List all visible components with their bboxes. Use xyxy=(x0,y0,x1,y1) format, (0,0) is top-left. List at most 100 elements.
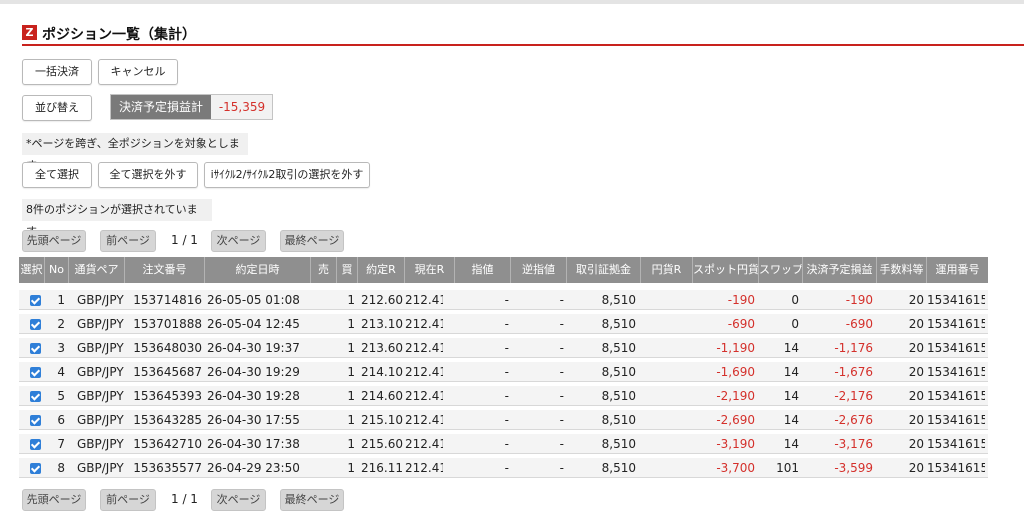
row-checkbox[interactable] xyxy=(30,367,41,378)
col-current-rate: 現在R xyxy=(405,257,455,283)
page-title: ポジション一覧（集計） xyxy=(42,27,196,43)
cell-spot: -190 xyxy=(727,293,755,307)
cell-margin: 8,510 xyxy=(601,437,636,451)
col-limit: 指値 xyxy=(455,257,511,283)
row-checkbox[interactable] xyxy=(30,319,41,330)
row-checkbox[interactable] xyxy=(30,439,41,450)
col-exec-rate: 約定R xyxy=(358,257,405,283)
page-info: 1 / 1 xyxy=(171,233,198,247)
cell-fee: 20 xyxy=(908,317,924,331)
table-row[interactable]: 1 GBP/JPY 153714816 26-05-05 01:08 1 212… xyxy=(19,289,988,310)
cell-stop: - xyxy=(559,461,564,475)
cell-order: 153645393 xyxy=(133,389,202,403)
cell-jpy-rate xyxy=(641,434,689,455)
cell-fee: 20 xyxy=(908,413,924,427)
cell-limit: - xyxy=(504,461,509,475)
row-checkbox[interactable] xyxy=(30,415,41,426)
top-bar xyxy=(0,0,1024,4)
row-checkbox[interactable] xyxy=(30,463,41,474)
cell-sell xyxy=(311,290,333,311)
cell-pnl: -190 xyxy=(845,293,873,307)
bulk-settle-button[interactable]: 一括決済 xyxy=(22,59,92,85)
cell-swap: 0 xyxy=(791,293,799,307)
next-page-button-bottom[interactable]: 次ページ xyxy=(211,489,266,511)
cell-exec-rate: 215.60 xyxy=(361,437,403,451)
cell-no: 4 xyxy=(57,365,65,379)
row-checkbox[interactable] xyxy=(30,343,41,354)
cell-jpy-rate xyxy=(641,410,689,431)
next-page-button[interactable]: 次ページ xyxy=(211,230,266,252)
cell-pair: GBP/JPY xyxy=(77,437,124,451)
cell-sell xyxy=(311,434,333,455)
cell-datetime: 26-05-05 01:08 xyxy=(207,293,300,307)
cell-datetime: 26-04-30 19:37 xyxy=(207,341,300,355)
col-datetime: 約定日時 xyxy=(205,257,311,283)
cell-no: 5 xyxy=(57,389,65,403)
last-page-button[interactable]: 最終ページ xyxy=(280,230,344,252)
table-row[interactable]: 3 GBP/JPY 153648030 26-04-30 19:37 1 213… xyxy=(19,337,988,358)
cell-spot: -2,690 xyxy=(716,413,755,427)
cell-spot: -690 xyxy=(727,317,755,331)
last-page-button-bottom[interactable]: 最終ページ xyxy=(280,489,344,511)
cell-margin: 8,510 xyxy=(601,461,636,475)
cell-datetime: 26-04-30 19:29 xyxy=(207,365,300,379)
cell-spot: -3,700 xyxy=(716,461,755,475)
cell-limit: - xyxy=(504,413,509,427)
prev-page-button[interactable]: 前ページ xyxy=(100,230,156,252)
cell-fee: 20 xyxy=(908,293,924,307)
cell-sell xyxy=(311,338,333,359)
cell-account: 153416151 xyxy=(927,317,985,331)
cell-jpy-rate xyxy=(641,290,689,311)
col-fee: 手数料等 xyxy=(877,257,927,283)
cell-stop: - xyxy=(559,413,564,427)
cell-pnl: -1,676 xyxy=(834,365,873,379)
cell-swap: 0 xyxy=(791,317,799,331)
deselect-cycle-button[interactable]: iｻｲｸﾙ2/ｻｲｸﾙ2取引の選択を外す xyxy=(204,162,370,188)
row-checkbox[interactable] xyxy=(30,295,41,306)
col-buy: 買 xyxy=(337,257,358,283)
cell-pnl: -3,176 xyxy=(834,437,873,451)
first-page-button-bottom[interactable]: 先頭ページ xyxy=(22,489,86,511)
table-row[interactable]: 5 GBP/JPY 153645393 26-04-30 19:28 1 214… xyxy=(19,385,988,406)
cell-datetime: 26-04-30 19:28 xyxy=(207,389,300,403)
cancel-button[interactable]: キャンセル xyxy=(98,59,178,85)
cell-datetime: 26-04-30 17:38 xyxy=(207,437,300,451)
cell-fee: 20 xyxy=(908,389,924,403)
cell-fee: 20 xyxy=(908,365,924,379)
table-row[interactable]: 2 GBP/JPY 153701888 26-05-04 12:45 1 213… xyxy=(19,313,988,334)
cell-sell xyxy=(311,458,333,479)
cell-sell xyxy=(311,362,333,383)
sort-button[interactable]: 並び替え xyxy=(22,95,92,121)
deselect-all-button[interactable]: 全て選択を外す xyxy=(98,162,198,188)
cell-datetime: 26-05-04 12:45 xyxy=(207,317,300,331)
col-sell: 売 xyxy=(311,257,337,283)
cell-margin: 8,510 xyxy=(601,293,636,307)
first-page-button[interactable]: 先頭ページ xyxy=(22,230,86,252)
cell-spot: -1,690 xyxy=(716,365,755,379)
cell-fee: 20 xyxy=(908,461,924,475)
cell-swap: 14 xyxy=(783,413,799,427)
cell-jpy-rate xyxy=(641,362,689,383)
brand-logo-icon: Z xyxy=(22,25,37,40)
cell-sell xyxy=(311,386,333,407)
table-row[interactable]: 6 GBP/JPY 153643285 26-04-30 17:55 1 215… xyxy=(19,409,988,430)
cell-account: 153416151 xyxy=(927,341,985,355)
cell-buy: 1 xyxy=(347,365,355,379)
table-row[interactable]: 8 GBP/JPY 153635577 26-04-29 23:50 1 216… xyxy=(19,457,988,478)
cell-sell xyxy=(311,314,333,335)
table-row[interactable]: 7 GBP/JPY 153642710 26-04-30 17:38 1 215… xyxy=(19,433,988,454)
cell-current-rate: 212.41 xyxy=(405,293,443,307)
cell-pnl: -1,176 xyxy=(834,341,873,355)
cell-current-rate: 212.41 xyxy=(405,389,443,403)
row-checkbox[interactable] xyxy=(30,391,41,402)
select-all-button[interactable]: 全て選択 xyxy=(22,162,92,188)
cell-swap: 14 xyxy=(783,365,799,379)
table-row[interactable]: 4 GBP/JPY 153645687 26-04-30 19:29 1 214… xyxy=(19,361,988,382)
cell-spot: -3,190 xyxy=(716,437,755,451)
cell-no: 3 xyxy=(57,341,65,355)
prev-page-button-bottom[interactable]: 前ページ xyxy=(100,489,156,511)
cell-stop: - xyxy=(559,293,564,307)
col-jpy-rate: 円貨R xyxy=(641,257,693,283)
cell-fee: 20 xyxy=(908,341,924,355)
cell-exec-rate: 216.11 xyxy=(361,461,403,475)
